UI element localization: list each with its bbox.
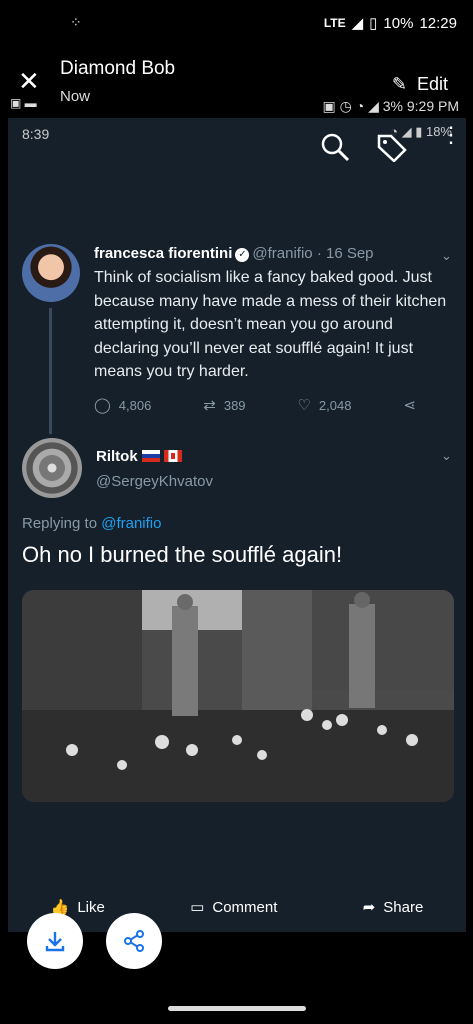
reply-button[interactable]: ◯ 4,806 — [94, 396, 151, 414]
like-label: Like — [77, 898, 105, 916]
search-icon[interactable] — [320, 132, 350, 162]
edit-button[interactable]: ✎ Edit — [392, 74, 448, 95]
original-status-bar: ▣ ◷ ◔ ◢ 3% 9:29 PM — [323, 98, 460, 115]
inner-time: 8:39 — [22, 126, 50, 142]
verified-icon: ✓ — [235, 248, 250, 262]
shared-screenshot: 8:39 ◔ ◢ ▮ 18% ⋮ francesca fiorentini ✓ @f… — [8, 118, 466, 932]
ruins-photo-image — [22, 590, 454, 802]
canada-flag-icon — [163, 450, 182, 462]
tag-icon[interactable] — [376, 132, 408, 162]
avatar[interactable] — [22, 244, 80, 302]
reply-icon: ◯ — [94, 397, 111, 414]
share-button[interactable]: ➦ Share — [362, 898, 424, 917]
chevron-down-icon[interactable]: ⌄ — [441, 448, 452, 464]
tweet-actions: ◯ 4,806 ⇄ 389 ♡ 2,048 ⋖ — [94, 396, 424, 414]
notification-icon: ⁘ — [70, 14, 82, 30]
replying-handle[interactable]: @franifio — [101, 515, 161, 532]
author-handle[interactable]: @SergeyKhvatov — [96, 473, 213, 490]
heart-icon: ♡ — [297, 397, 311, 414]
download-icon — [45, 932, 65, 952]
author-name-text: Riltok — [96, 448, 138, 465]
tweet-photo[interactable] — [22, 590, 454, 802]
reply-count: 4,806 — [118, 398, 152, 413]
author-handle[interactable]: @franifio — [252, 245, 312, 262]
close-icon[interactable]: ✕ — [18, 68, 40, 94]
comment-button[interactable]: ▭ Comment — [190, 898, 278, 917]
thread-line — [49, 308, 52, 434]
like-button[interactable]: ♡ 2,048 — [297, 396, 351, 414]
retweet-icon: ⇄ — [203, 397, 216, 414]
download-button[interactable] — [27, 913, 83, 969]
share-nodes-icon — [124, 930, 144, 952]
edit-label: Edit — [416, 74, 448, 94]
retweet-count: 389 — [223, 398, 246, 413]
avatar[interactable] — [22, 438, 82, 498]
tweet-text: Oh no I burned the soufflé again! — [22, 542, 343, 567]
author-name[interactable]: francesca fiorentini — [94, 245, 232, 262]
share-arrow-icon: ➦ — [362, 899, 376, 916]
share-button[interactable]: ⋖ — [403, 396, 424, 414]
comment-icon: ▭ — [190, 899, 205, 916]
author-name[interactable]: Riltok — [96, 448, 182, 465]
tweet-text: Think of socialism like a fancy baked go… — [94, 269, 447, 380]
comment-label: Comment — [212, 898, 278, 916]
share-label: Share — [383, 898, 424, 916]
russia-flag-icon — [141, 450, 160, 462]
retweet-button[interactable]: ⇄ 389 — [203, 396, 245, 414]
chevron-down-icon[interactable]: ⌄ — [441, 248, 452, 264]
clock: 12:29 — [419, 14, 457, 32]
signal-icon: ◢ — [351, 15, 364, 32]
tweet-date: · 16 Sep — [316, 245, 374, 262]
status-icons: ▣ ◷ ◔ ◢ — [322, 98, 383, 114]
battery-icon: ▯ — [369, 15, 378, 32]
replying-to: Replying to @franifio — [22, 515, 161, 532]
replying-prefix: Replying to — [22, 515, 98, 532]
message-time: Now — [60, 88, 91, 105]
original-status-text: 3% 9:29 PM — [382, 98, 459, 114]
battery-label: 10% — [383, 14, 414, 32]
sender-name: Diamond Bob — [60, 58, 176, 79]
system-status-bar: ⁘ LTE ◢ ▯ 10% 12:29 — [0, 0, 473, 46]
pencil-icon: ✎ — [391, 74, 407, 94]
more-icon[interactable]: ⋮ — [440, 124, 462, 146]
share-icon: ⋖ — [403, 397, 416, 414]
status-right: LTE ◢ ▯ 10% 12:29 — [323, 14, 457, 33]
app-icons: ▣ ▬ — [10, 96, 37, 110]
home-indicator[interactable] — [168, 1006, 306, 1011]
share-fab-button[interactable] — [106, 913, 162, 969]
network-label: LTE — [323, 16, 346, 30]
tweet-header: francesca fiorentini ✓ @franifio · 16 Sep — [94, 245, 374, 262]
like-count: 2,048 — [318, 398, 352, 413]
